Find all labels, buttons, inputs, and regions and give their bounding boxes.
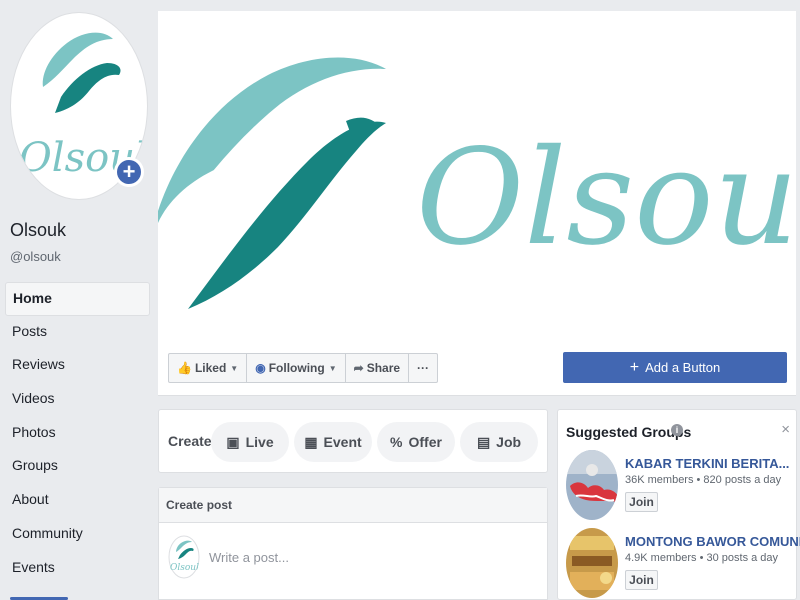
share-arrow-icon: ➦ <box>353 361 364 375</box>
create-label: Create <box>168 433 212 449</box>
nav-item-videos[interactable]: Videos <box>5 383 150 417</box>
offer-tag-icon: % <box>390 434 403 450</box>
group-photo[interactable] <box>566 450 618 520</box>
info-icon[interactable]: i <box>671 424 683 436</box>
liked-label: Liked <box>194 361 227 375</box>
suggested-groups-card: Suggested Groups i × KABAR TERKINI BERIT… <box>557 409 800 600</box>
composer-avatar: Olsouk <box>168 535 200 579</box>
chevron-down-icon: ▼ <box>328 363 337 373</box>
rss-icon: ◉ <box>255 361 266 375</box>
nav-item-community[interactable]: Community <box>5 518 150 552</box>
following-label: Following <box>268 361 325 375</box>
close-icon[interactable]: × <box>781 421 790 438</box>
page-action-bar: 👍 Liked ▼ ◉ Following ▼ ➦ Share ··· + Ad… <box>158 344 796 396</box>
thumbs-up-icon: 👍 <box>177 361 192 375</box>
create-event-button[interactable]: ▦ Event <box>294 422 372 462</box>
plus-icon: + <box>117 160 141 184</box>
group-meta: 36K members • 820 posts a day <box>625 474 782 486</box>
olsouk-logo-icon: Olsouk <box>168 535 200 579</box>
create-job-label: Job <box>496 434 522 450</box>
cover-photo[interactable]: Olsouk <box>158 11 796 344</box>
create-post-header: Create post <box>159 488 547 523</box>
calendar-icon: ▦ <box>304 433 318 450</box>
suggested-group-item: KABAR TERKINI BERITA... 36K members • 82… <box>566 450 796 522</box>
add-a-button-label: Add a Button <box>645 360 721 375</box>
left-column: Olsouk + Olsouk @olsouk Home Posts Revie… <box>0 0 158 600</box>
group-meta: 4.9K members • 30 posts a day <box>625 552 779 564</box>
create-offer-label: Offer <box>408 434 442 450</box>
create-post-card: Create post Olsouk Write a post... <box>158 487 548 600</box>
create-event-label: Event <box>323 434 362 450</box>
more-icon: ··· <box>417 361 430 375</box>
nav-item-home[interactable]: Home <box>5 282 150 316</box>
live-video-icon: ▣ <box>226 433 240 450</box>
add-profile-photo-button[interactable]: + <box>114 157 144 187</box>
share-label: Share <box>366 361 401 375</box>
page-action-buttons: 👍 Liked ▼ ◉ Following ▼ ➦ Share ··· <box>168 353 439 383</box>
svg-text:Olsouk: Olsouk <box>170 563 200 573</box>
join-group-button[interactable]: Join <box>625 492 658 512</box>
olsouk-cover-logo-icon: Olsouk <box>158 57 796 309</box>
following-button[interactable]: ◉ Following ▼ <box>247 354 346 382</box>
group-photo[interactable] <box>566 528 618 598</box>
create-live-label: Live <box>245 434 274 450</box>
nav-item-events[interactable]: Events <box>5 552 150 586</box>
page-handle: @olsouk <box>10 249 61 264</box>
chevron-down-icon: ▼ <box>230 363 239 373</box>
page-nav: Home Posts Reviews Videos Photos Groups … <box>5 282 150 585</box>
suggested-group-item: MONTONG BAWOR COMUNITY 4.9K members • 30… <box>566 528 800 600</box>
create-job-button[interactable]: ▤ Job <box>460 422 538 462</box>
create-live-button[interactable]: ▣ Live <box>211 422 289 462</box>
share-button[interactable]: ➦ Share <box>346 354 410 382</box>
nav-item-groups[interactable]: Groups <box>5 450 150 484</box>
briefcase-icon: ▤ <box>476 433 491 450</box>
nav-item-posts[interactable]: Posts <box>5 316 150 350</box>
create-card: Create ▣ Live ▦ Event % Offer ▤ Job <box>158 409 548 473</box>
write-post-input[interactable]: Write a post... <box>209 550 289 565</box>
nav-item-reviews[interactable]: Reviews <box>5 349 150 383</box>
nav-item-photos[interactable]: Photos <box>5 417 150 451</box>
map-indonesia-icon <box>566 450 618 520</box>
add-a-button-button[interactable]: + Add a Button <box>563 352 787 383</box>
svg-text:Olsouk: Olsouk <box>416 121 796 275</box>
nav-item-about[interactable]: About <box>5 484 150 518</box>
liked-button[interactable]: 👍 Liked ▼ <box>169 354 248 382</box>
join-group-button[interactable]: Join <box>625 570 658 590</box>
group-name[interactable]: MONTONG BAWOR COMUNITY <box>625 534 800 549</box>
plus-icon: + <box>629 358 640 376</box>
group-name[interactable]: KABAR TERKINI BERITA... <box>625 456 789 471</box>
more-options-button[interactable]: ··· <box>409 354 437 382</box>
group-poster-icon <box>566 528 618 598</box>
page-title: Olsouk <box>10 220 67 240</box>
create-offer-button[interactable]: % Offer <box>377 422 455 462</box>
